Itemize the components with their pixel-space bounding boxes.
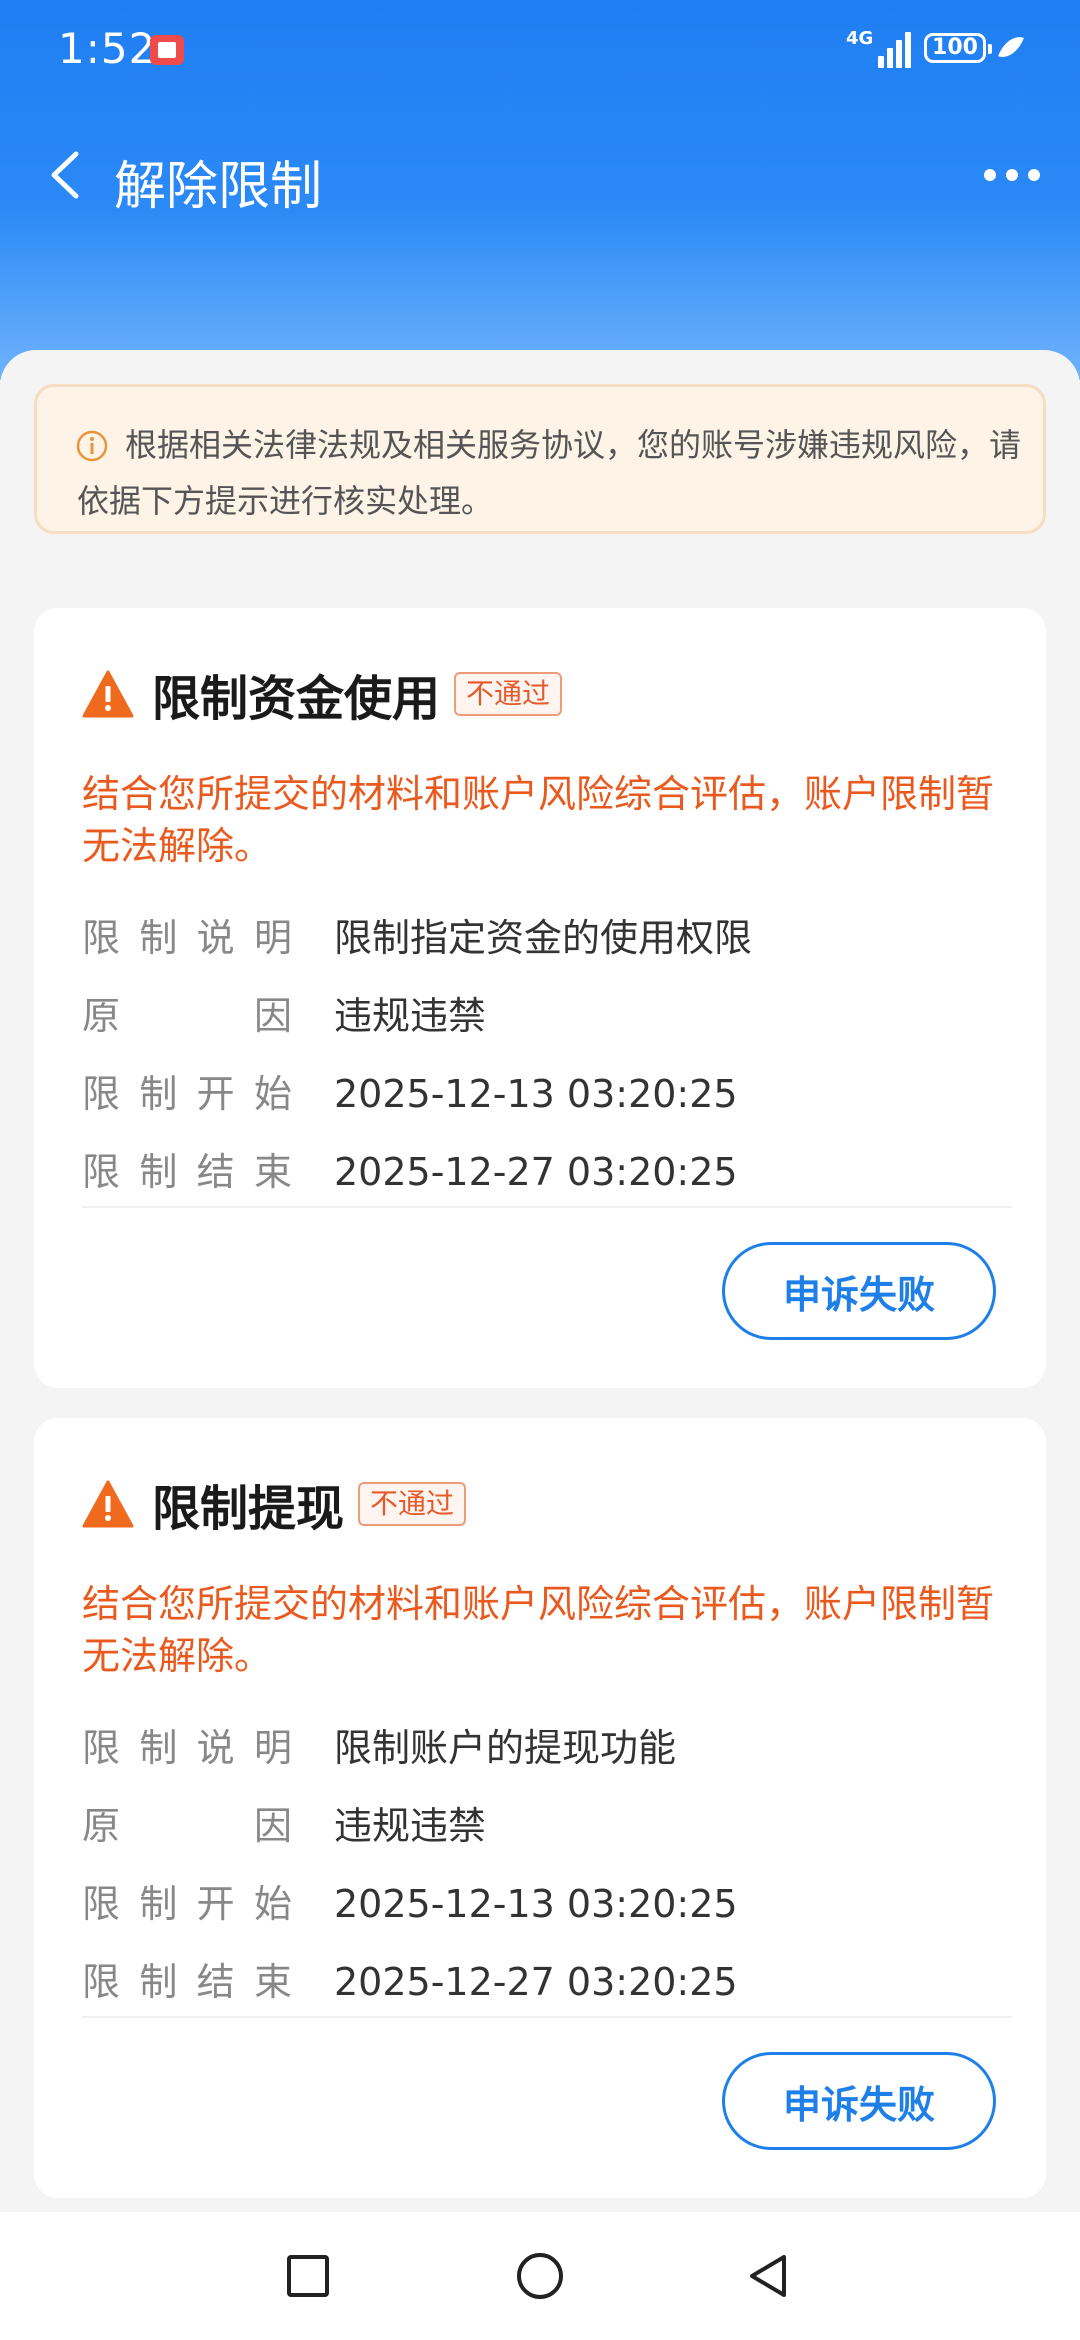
label-start: 限制开始	[82, 1072, 292, 1116]
value-description: 限制指定资金的使用权限	[334, 916, 753, 960]
info-row-end: 限制结束 2025-12-27 03:20:25	[82, 1142, 1012, 1202]
label-description: 限制说明	[82, 1726, 292, 1770]
notification-app-icon	[150, 35, 184, 65]
triangle-back-icon[interactable]	[742, 2248, 798, 2304]
battery-icon: 100	[924, 33, 992, 63]
more-icon[interactable]	[982, 160, 1042, 190]
label-reason: 原因	[82, 1804, 292, 1848]
divider	[82, 1206, 1012, 1208]
main-content: 根据相关法律法规及相关服务协议，您的账号涉嫌违规风险，请依据下方提示进行核实处理…	[0, 350, 1080, 2220]
card-message: 结合您所提交的材料和账户风险综合评估，账户限制暂无法解除。	[82, 1582, 995, 1678]
notice-text: 根据相关法律法规及相关服务协议，您的账号涉嫌违规风险，请依据下方提示进行核实处理…	[77, 426, 1022, 520]
network-type-label: 4G	[846, 28, 874, 49]
warning-icon	[82, 1480, 134, 1528]
restriction-card: 限制资金使用 不通过 结合您所提交的材料和账户风险综合评估，账户限制暂无法解除。…	[34, 608, 1046, 1388]
info-row-start: 限制开始 2025-12-13 03:20:25	[82, 1064, 1012, 1124]
restriction-card: 限制提现 不通过 结合您所提交的材料和账户风险综合评估，账户限制暂无法解除。 限…	[34, 1418, 1046, 2198]
card-header: 限制提现 不通过	[82, 1474, 467, 1537]
value-start: 2025-12-13 03:20:25	[334, 1882, 738, 1926]
value-reason: 违规违禁	[334, 994, 487, 1038]
square-icon[interactable]	[280, 2248, 336, 2304]
header: 1:52 4G 100 解除限制	[0, 0, 1080, 380]
notice-banner: 根据相关法律法规及相关服务协议，您的账号涉嫌违规风险，请依据下方提示进行核实处理…	[34, 384, 1046, 534]
signal-icon	[878, 32, 911, 68]
value-end: 2025-12-27 03:20:25	[334, 1960, 738, 2004]
appeal-button[interactable]: 申诉失败	[722, 2052, 996, 2150]
status-badge: 不通过	[454, 672, 563, 716]
page-title: 解除限制	[114, 157, 323, 217]
value-reason: 违规违禁	[334, 1804, 487, 1848]
status-time: 1:52	[58, 24, 157, 73]
warning-icon	[82, 670, 134, 718]
back-arrow-icon[interactable]	[42, 148, 96, 202]
card-title: 限制提现	[152, 1481, 345, 1537]
system-nav-bar	[0, 2212, 1080, 2340]
info-row-reason: 原因 违规违禁	[82, 986, 1012, 1046]
label-end: 限制结束	[82, 1150, 292, 1194]
card-header: 限制资金使用 不通过	[82, 664, 563, 727]
card-message: 结合您所提交的材料和账户风险综合评估，账户限制暂无法解除。	[82, 772, 995, 868]
eco-leaf-icon	[998, 31, 1024, 63]
label-start: 限制开始	[82, 1882, 292, 1926]
status-badge: 不通过	[358, 1482, 467, 1526]
info-row-reason: 原因 违规违禁	[82, 1796, 1012, 1856]
appeal-button[interactable]: 申诉失败	[722, 1242, 996, 1340]
value-end: 2025-12-27 03:20:25	[334, 1150, 738, 1194]
circle-icon[interactable]	[512, 2248, 568, 2304]
info-row-description: 限制说明 限制账户的提现功能	[82, 1718, 1012, 1778]
info-row-description: 限制说明 限制指定资金的使用权限	[82, 908, 1012, 968]
card-title: 限制资金使用	[152, 671, 441, 727]
info-row-start: 限制开始 2025-12-13 03:20:25	[82, 1874, 1012, 1934]
nav-bar: 解除限制	[0, 120, 1080, 230]
label-description: 限制说明	[82, 916, 292, 960]
info-row-end: 限制结束 2025-12-27 03:20:25	[82, 1952, 1012, 2012]
value-start: 2025-12-13 03:20:25	[334, 1072, 738, 1116]
label-end: 限制结束	[82, 1960, 292, 2004]
divider	[82, 2016, 1012, 2018]
label-reason: 原因	[82, 994, 292, 1038]
status-bar: 1:52 4G 100	[0, 0, 1080, 100]
value-description: 限制账户的提现功能	[334, 1726, 677, 1770]
